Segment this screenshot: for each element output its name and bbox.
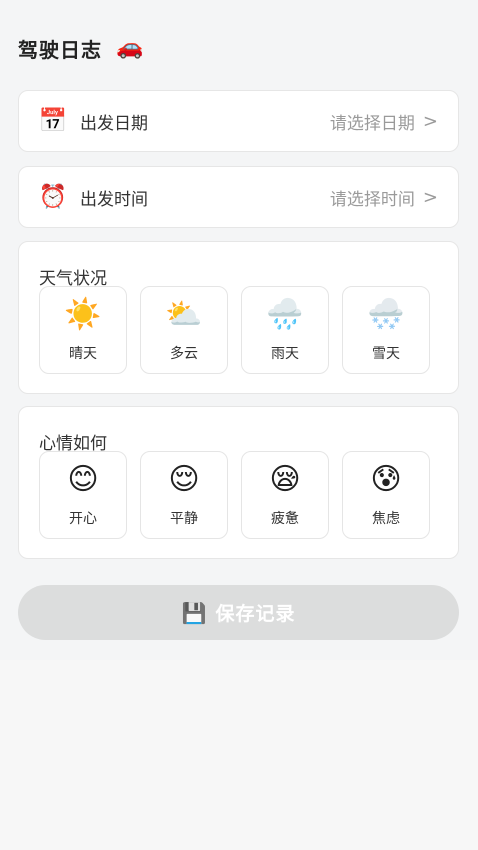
mood-option-label: 焦虑	[372, 510, 400, 527]
departure-date-label: 出发日期	[80, 113, 148, 134]
weather-option-label: 雨天	[271, 345, 299, 362]
departure-date-placeholder: 请选择日期	[329, 113, 415, 134]
smiling-face-icon: 😊	[67, 461, 99, 497]
weather-option-label: 晴天	[69, 345, 97, 362]
anxious-face-icon: 😰	[370, 461, 402, 497]
alarm-clock-icon: ⏰	[38, 183, 68, 210]
weather-option-rainy[interactable]: 🌧️ 雨天	[241, 286, 329, 374]
mood-option-calm[interactable]: 😌 平静	[140, 451, 228, 539]
driving-log-screen: 驾驶日志 🚗 📅 出发日期 请选择日期 > ⏰ 出发时间 请选择时间 > 天气状…	[0, 0, 478, 850]
mood-section: 心情如何 😊 开心 😌 平静 😪 疲惫 😰 焦虑	[18, 406, 459, 559]
mood-option-anxious[interactable]: 😰 焦虑	[342, 451, 430, 539]
save-record-label: 保存记录	[215, 603, 296, 625]
weather-option-label: 多云	[170, 345, 198, 362]
departure-date-picker[interactable]: 📅 出发日期 请选择日期 >	[18, 90, 459, 152]
departure-time-placeholder: 请选择时间	[329, 189, 415, 210]
relieved-face-icon: 😌	[168, 461, 200, 497]
weather-options: ☀️ 晴天 ⛅ 多云 🌧️ 雨天 🌨️ 雪天	[39, 286, 430, 374]
weather-option-cloudy[interactable]: ⛅ 多云	[140, 286, 228, 374]
mood-option-label: 疲惫	[271, 510, 299, 527]
mood-option-happy[interactable]: 😊 开心	[39, 451, 127, 539]
weather-option-snowy[interactable]: 🌨️ 雪天	[342, 286, 430, 374]
page-title: 驾驶日志 🚗	[18, 28, 144, 68]
mood-option-tired[interactable]: 😪 疲惫	[241, 451, 329, 539]
departure-time-label: 出发时间	[80, 189, 148, 210]
floppy-disk-icon: 💾	[181, 600, 208, 625]
weather-option-label: 雪天	[372, 345, 400, 362]
partly-cloudy-icon: ⛅	[165, 296, 203, 332]
departure-time-picker[interactable]: ⏰ 出发时间 请选择时间 >	[18, 166, 459, 228]
mood-options: 😊 开心 😌 平静 😪 疲惫 😰 焦虑	[39, 451, 430, 539]
weather-section: 天气状况 ☀️ 晴天 ⛅ 多云 🌧️ 雨天 🌨️ 雪天	[18, 241, 459, 394]
mood-option-label: 平静	[170, 510, 198, 527]
rain-cloud-icon: 🌧️	[266, 296, 304, 332]
sleepy-face-icon: 😪	[269, 461, 301, 497]
snow-cloud-icon: 🌨️	[367, 296, 405, 332]
chevron-right-icon: >	[422, 110, 438, 132]
mood-option-label: 开心	[69, 510, 97, 527]
save-record-button[interactable]: 💾 保存记录	[18, 585, 459, 640]
page-title-text: 驾驶日志	[18, 37, 102, 62]
weather-option-sunny[interactable]: ☀️ 晴天	[39, 286, 127, 374]
car-icon: 🚗	[116, 35, 145, 60]
chevron-right-icon: >	[422, 186, 438, 208]
sun-icon: ☀️	[64, 296, 102, 332]
calendar-icon: 📅	[38, 107, 68, 134]
